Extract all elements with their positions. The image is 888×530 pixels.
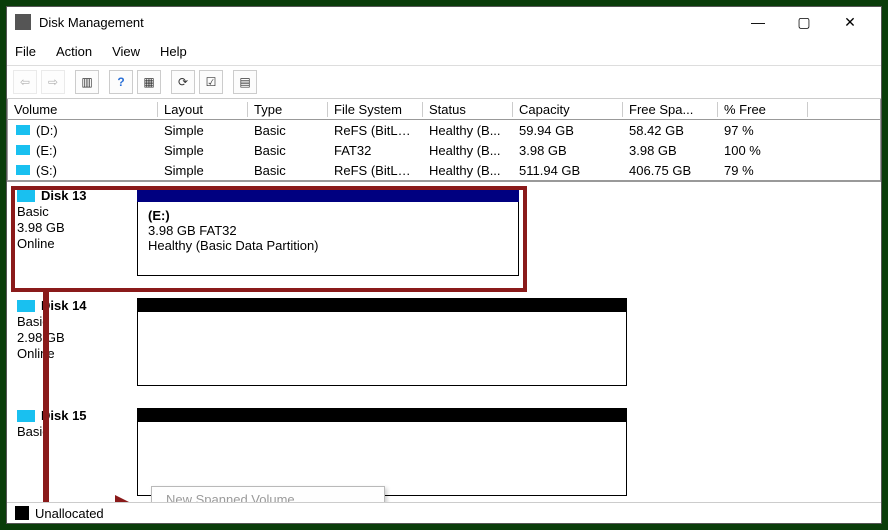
annotation-line-v: [43, 288, 49, 502]
unallocated-legend-icon: [15, 506, 29, 520]
volume-capacity: 511.94 GB: [513, 163, 623, 178]
menu-view[interactable]: View: [112, 44, 140, 59]
col-percent-free[interactable]: % Free: [718, 102, 808, 117]
volume-layout: Simple: [158, 163, 248, 178]
menu-item: New Spanned Volume...: [152, 487, 384, 502]
col-free-space[interactable]: Free Spa...: [623, 102, 718, 117]
volume-status: Healthy (B...: [423, 163, 513, 178]
disk-type: Basic: [17, 204, 137, 220]
status-bar: Unallocated: [7, 502, 881, 523]
back-button[interactable]: ⇦: [13, 70, 37, 94]
disk-type: Basic: [17, 424, 137, 440]
col-layout[interactable]: Layout: [158, 102, 248, 117]
volume-fs: ReFS (BitLoc...: [328, 123, 423, 138]
disk-icon: [17, 410, 35, 422]
volume-list: Volume Layout Type File System Status Ca…: [7, 99, 881, 181]
disk-info[interactable]: Disk 13Basic3.98 GBOnline: [17, 188, 137, 278]
partition[interactable]: [137, 312, 627, 386]
volume-icon: [16, 145, 30, 155]
volume-fs: FAT32: [328, 143, 423, 158]
disk-icon: [17, 300, 35, 312]
volume-status: Healthy (B...: [423, 123, 513, 138]
menu-file[interactable]: File: [15, 44, 36, 59]
volume-row[interactable]: (S:) SimpleBasicReFS (BitLoc...Healthy (B…: [8, 160, 880, 180]
app-icon: [15, 14, 31, 30]
partition-line3: Healthy (Basic Data Partition): [148, 238, 508, 253]
col-status[interactable]: Status: [423, 102, 513, 117]
volume-name: (D:): [36, 123, 58, 138]
volume-capacity: 3.98 GB: [513, 143, 623, 158]
menubar: File Action View Help: [7, 37, 881, 66]
volume-layout: Simple: [158, 143, 248, 158]
titlebar: Disk Management — ▢ ✕: [7, 7, 881, 37]
volume-type: Basic: [248, 163, 328, 178]
partition-container: [137, 408, 627, 498]
volume-free: 406.75 GB: [623, 163, 718, 178]
disk-row[interactable]: Disk 14Basic2.98 GBOnline: [17, 298, 871, 388]
window-title: Disk Management: [39, 15, 144, 30]
graphical-view: Disk 13Basic3.98 GBOnline(E:)3.98 GB FAT…: [7, 181, 881, 502]
status-text: Unallocated: [35, 506, 104, 521]
disk-management-window: Disk Management — ▢ ✕ File Action View H…: [6, 6, 882, 524]
volume-pfree: 79 %: [718, 163, 808, 178]
rescan-disks-button[interactable]: ⟳: [171, 70, 195, 94]
volume-icon: [16, 165, 30, 175]
view-bottom-button[interactable]: ▤: [233, 70, 257, 94]
volume-pfree: 100 %: [718, 143, 808, 158]
volume-fs: ReFS (BitLoc...: [328, 163, 423, 178]
forward-button[interactable]: ⇨: [41, 70, 65, 94]
col-capacity[interactable]: Capacity: [513, 102, 623, 117]
partition-container: [137, 298, 627, 388]
maximize-button[interactable]: ▢: [781, 7, 827, 37]
volume-row[interactable]: (D:) SimpleBasicReFS (BitLoc...Healthy (B…: [8, 120, 880, 140]
window-controls: — ▢ ✕: [735, 7, 873, 37]
partition-color-bar: [137, 408, 627, 422]
refresh-button[interactable]: ▦: [137, 70, 161, 94]
disk-title: Disk 13: [41, 188, 87, 204]
volume-pfree: 97 %: [718, 123, 808, 138]
partition[interactable]: [137, 422, 627, 496]
minimize-button[interactable]: —: [735, 7, 781, 37]
volume-row[interactable]: (E:)SimpleBasicFAT32Healthy (B...3.98 GB…: [8, 140, 880, 160]
partition-line2: 3.98 GB FAT32: [148, 223, 508, 238]
disk-state: Online: [17, 346, 137, 362]
volume-free: 3.98 GB: [623, 143, 718, 158]
column-headers: Volume Layout Type File System Status Ca…: [8, 99, 880, 120]
volume-layout: Simple: [158, 123, 248, 138]
disk-type: Basic: [17, 314, 137, 330]
disk-row[interactable]: Disk 15Basic: [17, 408, 871, 498]
disk-state: Online: [17, 236, 137, 252]
disk-row[interactable]: Disk 13Basic3.98 GBOnline(E:)3.98 GB FAT…: [17, 188, 871, 278]
disk-size: 2.98 GB: [17, 330, 137, 346]
disk-info[interactable]: Disk 14Basic2.98 GBOnline: [17, 298, 137, 388]
menu-action[interactable]: Action: [56, 44, 92, 59]
volume-name: (E:): [36, 143, 57, 158]
volume-status: Healthy (B...: [423, 143, 513, 158]
annotation-arrowhead: [115, 495, 139, 502]
volume-icon: [16, 125, 30, 135]
disk-icon: [17, 190, 35, 202]
view-top-button[interactable]: ☑: [199, 70, 223, 94]
col-type[interactable]: Type: [248, 102, 328, 117]
partition[interactable]: (E:)3.98 GB FAT32Healthy (Basic Data Par…: [137, 202, 519, 276]
partition-color-bar: [137, 188, 519, 202]
partition-label: (E:): [148, 208, 508, 223]
help-button[interactable]: ?: [109, 70, 133, 94]
partition-container: (E:)3.98 GB FAT32Healthy (Basic Data Par…: [137, 188, 519, 278]
disk-context-menu: New Spanned Volume...New Striped Volume.…: [151, 486, 385, 502]
show-hide-console-tree-button[interactable]: ▥: [75, 70, 99, 94]
volume-free: 58.42 GB: [623, 123, 718, 138]
toolbar: ⇦ ⇨ ▥ ? ▦ ⟳ ☑ ▤: [7, 66, 881, 99]
col-file-system[interactable]: File System: [328, 102, 423, 117]
partition-color-bar: [137, 298, 627, 312]
volume-capacity: 59.94 GB: [513, 123, 623, 138]
volume-type: Basic: [248, 143, 328, 158]
disk-info[interactable]: Disk 15Basic: [17, 408, 137, 498]
volume-type: Basic: [248, 123, 328, 138]
close-button[interactable]: ✕: [827, 7, 873, 37]
volume-name: (S:): [36, 163, 57, 178]
menu-help[interactable]: Help: [160, 44, 187, 59]
col-volume[interactable]: Volume: [8, 102, 158, 117]
disk-size: 3.98 GB: [17, 220, 137, 236]
